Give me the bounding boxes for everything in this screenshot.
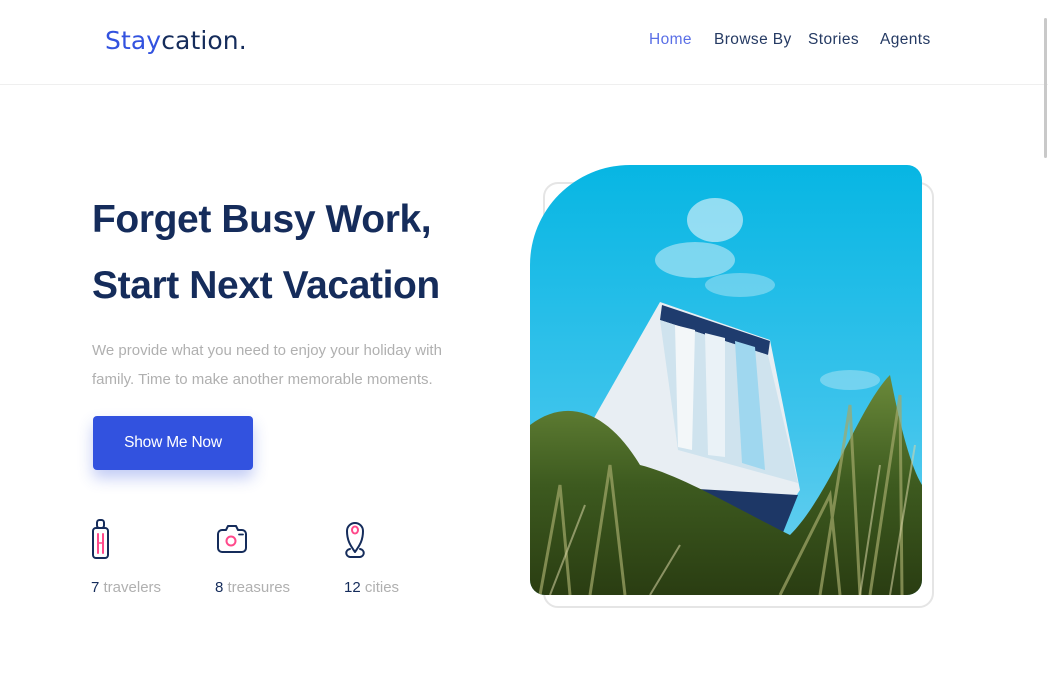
- stat-label: 8 treasures: [215, 579, 290, 596]
- stat-treasures: 8 treasures: [215, 518, 290, 596]
- page-scrollbar[interactable]: [1044, 18, 1047, 158]
- stat-unit: cities: [364, 579, 400, 596]
- camera-icon: [217, 525, 247, 553]
- cabin-photo: [530, 165, 922, 595]
- suitcase-icon: [92, 519, 109, 559]
- site-header: Staycation. Home Browse By Stories Agent…: [0, 0, 1048, 85]
- stat-value: 8: [215, 579, 224, 596]
- map-pin-icon: [345, 522, 365, 558]
- stat-label: 12 cities: [344, 579, 399, 596]
- nav-stories[interactable]: Stories: [808, 31, 859, 49]
- nav-browse-by[interactable]: Browse By: [714, 31, 792, 49]
- hero-title: Forget Busy Work, Start Next Vacation: [92, 187, 440, 319]
- stat-label: 7 travelers: [91, 579, 161, 596]
- hero-description: We provide what you need to enjoy your h…: [92, 342, 442, 388]
- hero-title-line-2: Start Next Vacation: [92, 264, 440, 307]
- stat-unit: travelers: [103, 579, 162, 596]
- hero-title-line-1: Forget Busy Work,: [92, 198, 432, 241]
- show-me-now-button[interactable]: Show Me Now: [93, 416, 253, 470]
- hero-image: [530, 165, 922, 595]
- main-nav: Home Browse By Stories Agents: [0, 31, 1048, 55]
- nav-agents[interactable]: Agents: [880, 31, 931, 49]
- stat-cities: 12 cities: [344, 518, 399, 596]
- stat-value: 12: [344, 579, 361, 596]
- nav-home[interactable]: Home: [649, 31, 692, 49]
- stat-unit: treasures: [227, 579, 291, 596]
- stat-value: 7: [91, 579, 100, 596]
- stat-travelers: 7 travelers: [91, 518, 161, 596]
